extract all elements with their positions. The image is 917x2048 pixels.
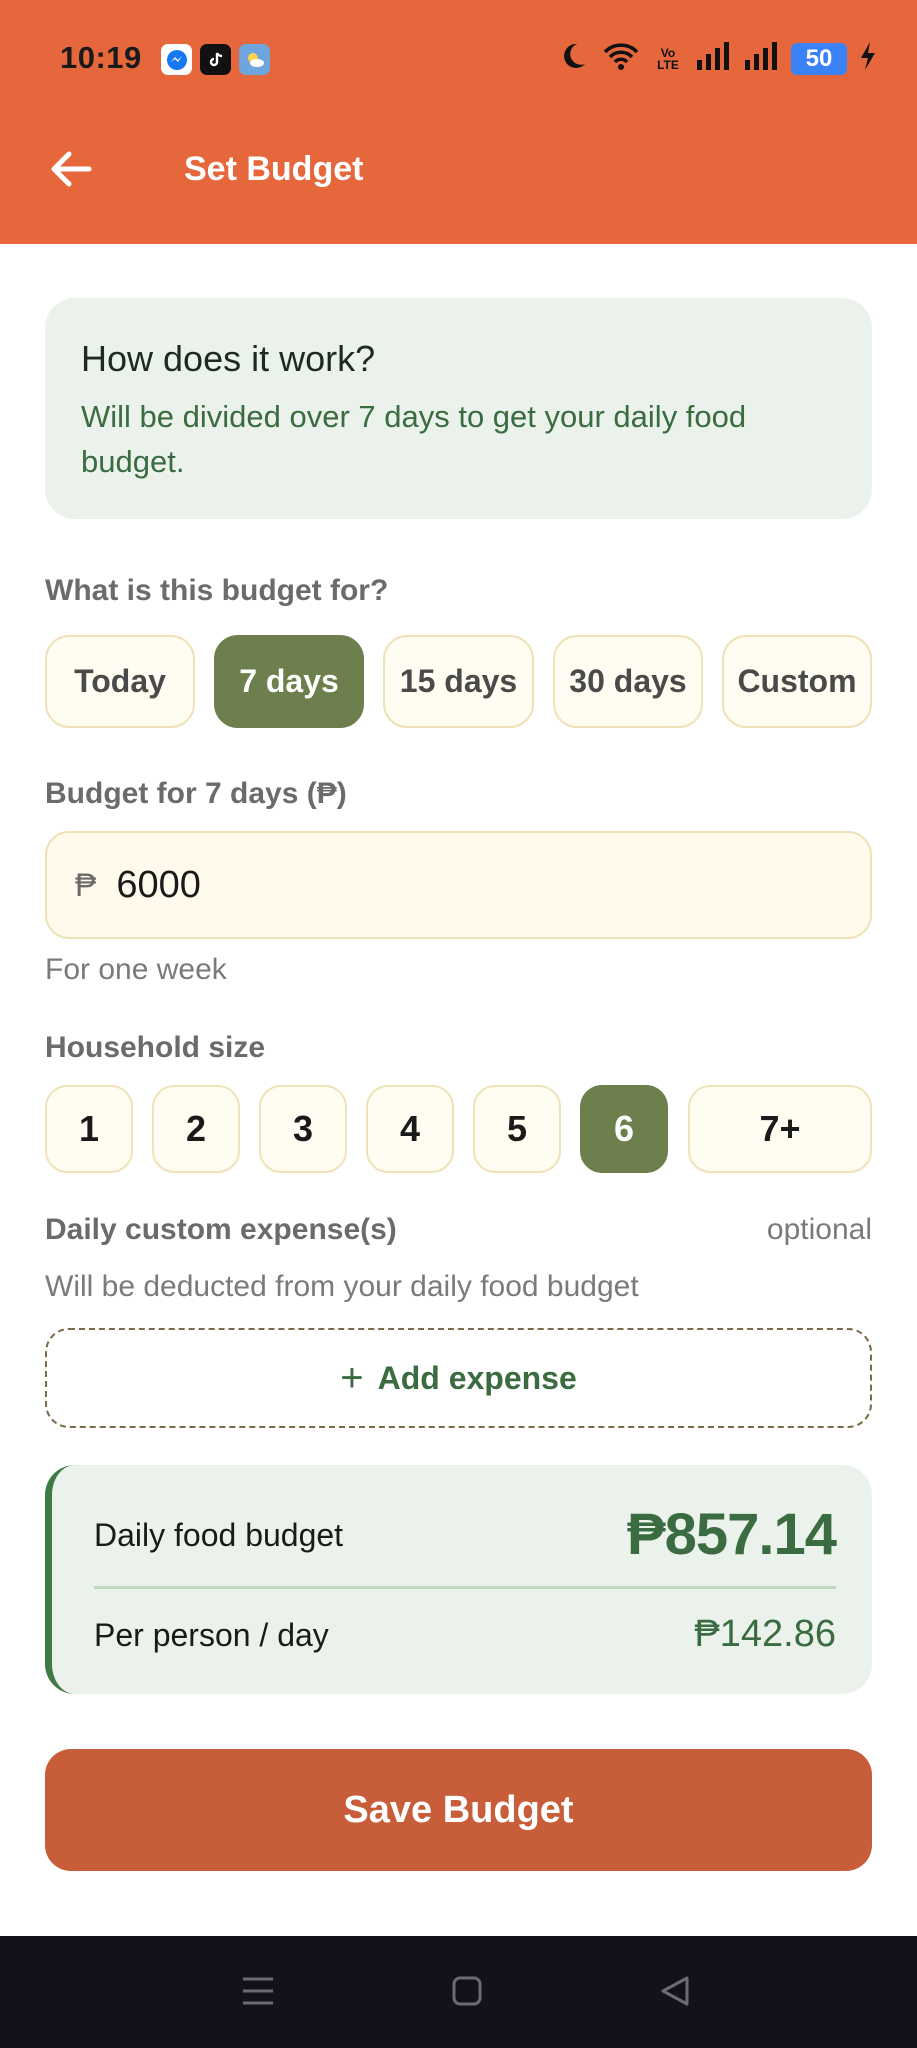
household-option-3[interactable]: 3	[259, 1085, 347, 1173]
save-budget-button[interactable]: Save Budget	[45, 1749, 872, 1871]
plus-icon: +	[340, 1356, 364, 1400]
battery-indicator: 50	[791, 42, 847, 75]
back-nav-button[interactable]	[650, 1966, 700, 2016]
page-title: Set Budget	[184, 150, 364, 188]
signal-icon-2	[743, 40, 779, 77]
daily-budget-value: ₱857.14	[626, 1502, 837, 1567]
daily-budget-label: Daily food budget	[94, 1517, 344, 1553]
charging-bolt-icon	[859, 41, 877, 76]
do-not-disturb-moon-icon	[557, 40, 589, 77]
budget-field[interactable]: ₱	[45, 831, 872, 939]
period-option-15-days[interactable]: 15 days	[383, 635, 534, 728]
period-option-7-days[interactable]: 7 days	[214, 635, 364, 728]
system-icons: Vo LTE 50	[557, 40, 877, 77]
system-navigation-bar	[0, 1936, 917, 2048]
add-expense-label: Add expense	[377, 1359, 577, 1396]
peso-prefix: ₱	[75, 866, 97, 903]
back-triangle-icon	[661, 1976, 689, 2006]
expense-hint: Will be deducted from your daily food bu…	[45, 1270, 639, 1303]
status-bar: 10:19 Vo LTE 50	[0, 0, 917, 120]
household-option-7-plus[interactable]: 7+	[688, 1085, 872, 1173]
period-option-custom[interactable]: Custom	[722, 635, 872, 728]
per-person-label: Per person / day	[94, 1617, 329, 1653]
status-time: 10:19	[60, 40, 142, 75]
recent-apps-button[interactable]	[233, 1966, 283, 2016]
messenger-icon	[161, 44, 192, 75]
budget-label: Budget for 7 days (₱)	[45, 777, 347, 810]
back-button[interactable]	[46, 144, 96, 194]
weather-icon	[239, 44, 270, 75]
budget-summary-card: Daily food budget ₱857.14 Per person / d…	[45, 1465, 872, 1694]
household-option-5[interactable]: 5	[473, 1085, 561, 1173]
household-option-6[interactable]: 6	[580, 1085, 668, 1173]
menu-lines-icon	[243, 1977, 273, 2005]
how-it-works-card: How does it work? Will be divided over 7…	[45, 298, 872, 519]
add-expense-button[interactable]: + Add expense	[45, 1328, 872, 1428]
period-option-today[interactable]: Today	[45, 635, 195, 728]
budget-hint: For one week	[45, 953, 227, 986]
period-label: What is this budget for?	[45, 574, 389, 607]
household-option-1[interactable]: 1	[45, 1085, 133, 1173]
budget-input[interactable]	[116, 863, 717, 907]
home-square-icon	[452, 1976, 482, 2006]
wifi-icon	[601, 40, 641, 77]
info-card-title: How does it work?	[81, 338, 376, 379]
signal-icon-1	[695, 40, 731, 77]
household-option-2[interactable]: 2	[152, 1085, 240, 1173]
tiktok-icon	[200, 44, 231, 75]
household-label: Household size	[45, 1031, 266, 1064]
period-option-30-days[interactable]: 30 days	[553, 635, 703, 728]
info-card-text: Will be divided over 7 days to get your …	[81, 399, 747, 479]
volte-indicator: Vo LTE	[657, 45, 679, 72]
app-header: 10:19 Vo LTE 50 Set Budget	[0, 0, 917, 244]
optional-tag: optional	[766, 1213, 872, 1246]
per-person-value: ₱142.86	[694, 1613, 836, 1655]
summary-divider	[94, 1586, 836, 1589]
expense-label: Daily custom expense(s)	[45, 1213, 397, 1246]
arrow-left-icon	[51, 151, 92, 187]
notification-icons	[161, 44, 270, 75]
household-option-4[interactable]: 4	[366, 1085, 454, 1173]
home-button[interactable]	[442, 1966, 492, 2016]
